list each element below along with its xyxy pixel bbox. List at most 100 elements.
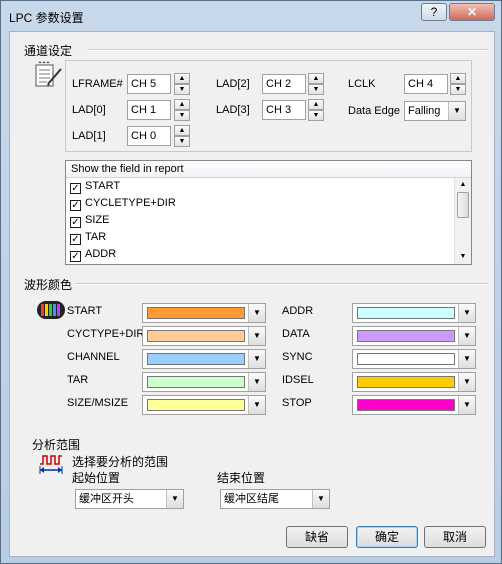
lclk-spinner[interactable]: ▲ ▼	[450, 73, 466, 95]
chevron-down-icon[interactable]: ▼	[458, 396, 475, 414]
lframe-spinner[interactable]: ▲ ▼	[174, 73, 190, 95]
cancel-button[interactable]: 取消	[424, 526, 486, 548]
spin-up-icon[interactable]: ▲	[308, 73, 324, 84]
data-edge-select[interactable]: Falling ▼	[404, 101, 466, 121]
close-button[interactable]: ✕	[449, 3, 495, 21]
range-start-select[interactable]: 缓冲区开头 ▼	[75, 489, 184, 509]
checkbox-checked-icon[interactable]: ✓	[70, 200, 81, 211]
chevron-down-icon[interactable]: ▼	[248, 373, 265, 391]
color-swatch	[357, 353, 455, 365]
lad0-label: LAD[0]	[72, 104, 106, 116]
lad2-channel-field[interactable]: CH 2	[262, 74, 306, 94]
spin-up-icon[interactable]: ▲	[174, 99, 190, 110]
range-end-label: 结束位置	[217, 471, 266, 485]
chevron-down-icon[interactable]: ▼	[458, 373, 475, 391]
scroll-thumb[interactable]	[457, 192, 469, 218]
color-swatch	[357, 376, 455, 388]
color-swatch	[357, 399, 455, 411]
color-swatch	[357, 307, 455, 319]
checkbox-checked-icon[interactable]: ✓	[70, 251, 81, 262]
spin-down-icon[interactable]: ▼	[308, 84, 324, 95]
chevron-down-icon[interactable]: ▼	[312, 490, 329, 508]
range-end-select[interactable]: 缓冲区结尾 ▼	[220, 489, 330, 509]
title-bar[interactable]: LPC 参数设置 ? ✕	[1, 1, 501, 31]
lad2-label: LAD[2]	[216, 78, 250, 90]
lclk-channel-field[interactable]: CH 4	[404, 74, 448, 94]
chevron-down-icon[interactable]: ▼	[248, 304, 265, 322]
scroll-down-icon[interactable]: ▼	[455, 250, 471, 264]
waveform-range-icon	[39, 455, 63, 474]
spin-down-icon[interactable]: ▼	[450, 84, 466, 95]
channel-section-divider	[88, 49, 488, 51]
chevron-down-icon[interactable]: ▼	[458, 304, 475, 322]
range-start-label: 起始位置	[72, 471, 121, 485]
spin-up-icon[interactable]: ▲	[174, 125, 190, 136]
report-fields-header[interactable]: Show the field in report	[66, 161, 471, 178]
lad1-label: LAD[1]	[72, 130, 106, 142]
lad3-spinner[interactable]: ▲ ▼	[308, 99, 324, 121]
report-fields-list[interactable]: Show the field in report ✓ START ✓ CYCLETY…	[65, 160, 472, 265]
help-button[interactable]: ?	[421, 3, 447, 21]
spin-up-icon[interactable]: ▲	[174, 73, 190, 84]
channel-color-picker[interactable]: ▼	[142, 349, 266, 369]
start-color-label: START	[67, 305, 103, 317]
chevron-down-icon[interactable]: ▼	[458, 350, 475, 368]
chevron-down-icon[interactable]: ▼	[448, 102, 465, 120]
lad3-channel-field[interactable]: CH 3	[262, 100, 306, 120]
checkbox-checked-icon[interactable]: ✓	[70, 234, 81, 245]
cyctype-color-picker[interactable]: ▼	[142, 326, 266, 346]
checkbox-checked-icon[interactable]: ✓	[70, 183, 81, 194]
lad0-spinner[interactable]: ▲ ▼	[174, 99, 190, 121]
sync-color-picker[interactable]: ▼	[352, 349, 476, 369]
chevron-down-icon[interactable]: ▼	[458, 327, 475, 345]
lad1-channel-field[interactable]: CH 0	[127, 126, 171, 146]
color-swatch	[147, 330, 245, 342]
lad0-channel-field[interactable]: CH 1	[127, 100, 171, 120]
list-item-label: ADDR	[85, 248, 117, 260]
chevron-down-icon[interactable]: ▼	[248, 396, 265, 414]
chevron-down-icon[interactable]: ▼	[166, 490, 183, 508]
scroll-up-icon[interactable]: ▲	[455, 178, 471, 192]
list-item[interactable]: ✓ CYCLETYPE+DIR	[66, 195, 471, 212]
spin-down-icon[interactable]: ▼	[174, 84, 190, 95]
range-end-value: 缓冲区结尾	[224, 493, 279, 505]
list-item-label: TAR	[85, 231, 107, 243]
chevron-down-icon[interactable]: ▼	[248, 327, 265, 345]
range-description: 选择要分析的范围	[72, 455, 169, 469]
stop-color-picker[interactable]: ▼	[352, 395, 476, 415]
list-item[interactable]: ✓ TAR	[66, 229, 471, 246]
spin-down-icon[interactable]: ▼	[308, 110, 324, 121]
spin-down-icon[interactable]: ▼	[174, 110, 190, 121]
lad2-spinner[interactable]: ▲ ▼	[308, 73, 324, 95]
default-button[interactable]: 缺省	[286, 526, 348, 548]
spin-up-icon[interactable]: ▲	[308, 99, 324, 110]
data-color-picker[interactable]: ▼	[352, 326, 476, 346]
tar-color-picker[interactable]: ▼	[142, 372, 266, 392]
window-title: LPC 参数设置	[9, 11, 84, 25]
size-color-label: SIZE/MSIZE	[67, 397, 129, 409]
spin-up-icon[interactable]: ▲	[450, 73, 466, 84]
size-color-picker[interactable]: ▼	[142, 395, 266, 415]
idsel-color-picker[interactable]: ▼	[352, 372, 476, 392]
addr-color-picker[interactable]: ▼	[352, 303, 476, 323]
ok-button[interactable]: 确定	[356, 526, 418, 548]
list-item[interactable]: ✓ START	[66, 178, 471, 195]
checkbox-checked-icon[interactable]: ✓	[70, 217, 81, 228]
list-item[interactable]: ✓ ADDR	[66, 246, 471, 263]
idsel-color-label: IDSEL	[282, 374, 314, 386]
list-item[interactable]: ✓ SIZE	[66, 212, 471, 229]
list-item-label: START	[85, 180, 121, 192]
list-scrollbar[interactable]: ▲ ▼	[454, 178, 471, 264]
sync-color-label: SYNC	[282, 351, 313, 363]
data-color-label: DATA	[282, 328, 310, 340]
list-item-label: SIZE	[85, 214, 110, 226]
range-section-title: 分析范围	[32, 438, 81, 452]
lframe-channel-field[interactable]: CH 5	[127, 74, 171, 94]
lad1-spinner[interactable]: ▲ ▼	[174, 125, 190, 147]
colors-section-divider	[76, 283, 488, 285]
color-palette-icon	[37, 301, 65, 319]
start-color-picker[interactable]: ▼	[142, 303, 266, 323]
lframe-label: LFRAME#	[72, 78, 123, 90]
chevron-down-icon[interactable]: ▼	[248, 350, 265, 368]
spin-down-icon[interactable]: ▼	[174, 136, 190, 147]
